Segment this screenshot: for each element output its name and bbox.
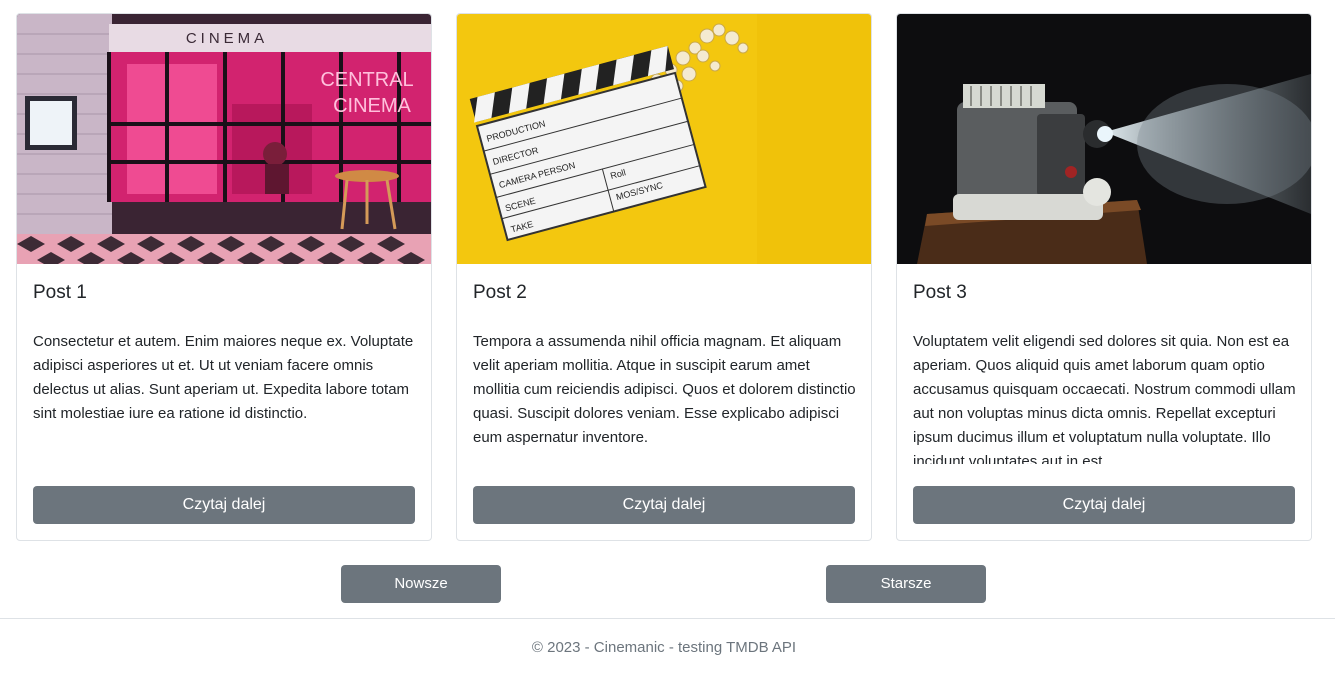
read-more-button[interactable]: Czytaj dalej — [33, 486, 415, 524]
post-card: Post 3 Voluptatem velit eligendi sed dol… — [896, 13, 1312, 541]
post-title: Post 3 — [913, 282, 967, 303]
svg-text:CINEMA: CINEMA — [333, 95, 411, 117]
post-image-cinema-storefront: CINEMA CENTRAL CINEMA — [17, 14, 431, 264]
post-card: PRODUCTION DIRECTOR CAMERA PERSON SCENE … — [456, 13, 872, 541]
post-image-film-projector — [897, 14, 1311, 264]
older-posts-button[interactable]: Starsze — [826, 565, 986, 603]
post-title: Post 1 — [33, 282, 87, 303]
read-more-button[interactable]: Czytaj dalej — [473, 486, 855, 524]
footer-divider — [0, 618, 1335, 619]
post-excerpt: Tempora a assumenda nihil officia magnam… — [473, 333, 856, 446]
read-more-button[interactable]: Czytaj dalej — [913, 486, 1295, 524]
newer-posts-button[interactable]: Nowsze — [341, 565, 501, 603]
svg-text:CENTRAL: CENTRAL — [320, 69, 413, 91]
post-card-grid: CINEMA CENTRAL CINEMA Post 1 Consectetur… — [16, 13, 1312, 541]
svg-text:CINEMA: CINEMA — [186, 30, 268, 47]
footer-copyright: © 2023 - Cinemanic - testing TMDB API — [531, 639, 797, 656]
post-excerpt: Consectetur et autem. Enim maiores neque… — [33, 333, 414, 422]
post-title: Post 2 — [473, 282, 527, 303]
post-card: CINEMA CENTRAL CINEMA Post 1 Consectetur… — [16, 13, 432, 541]
post-excerpt: Voluptatem velit eligendi sed dolores si… — [913, 333, 1296, 464]
post-image-clapperboard-popcorn: PRODUCTION DIRECTOR CAMERA PERSON SCENE … — [457, 14, 871, 264]
